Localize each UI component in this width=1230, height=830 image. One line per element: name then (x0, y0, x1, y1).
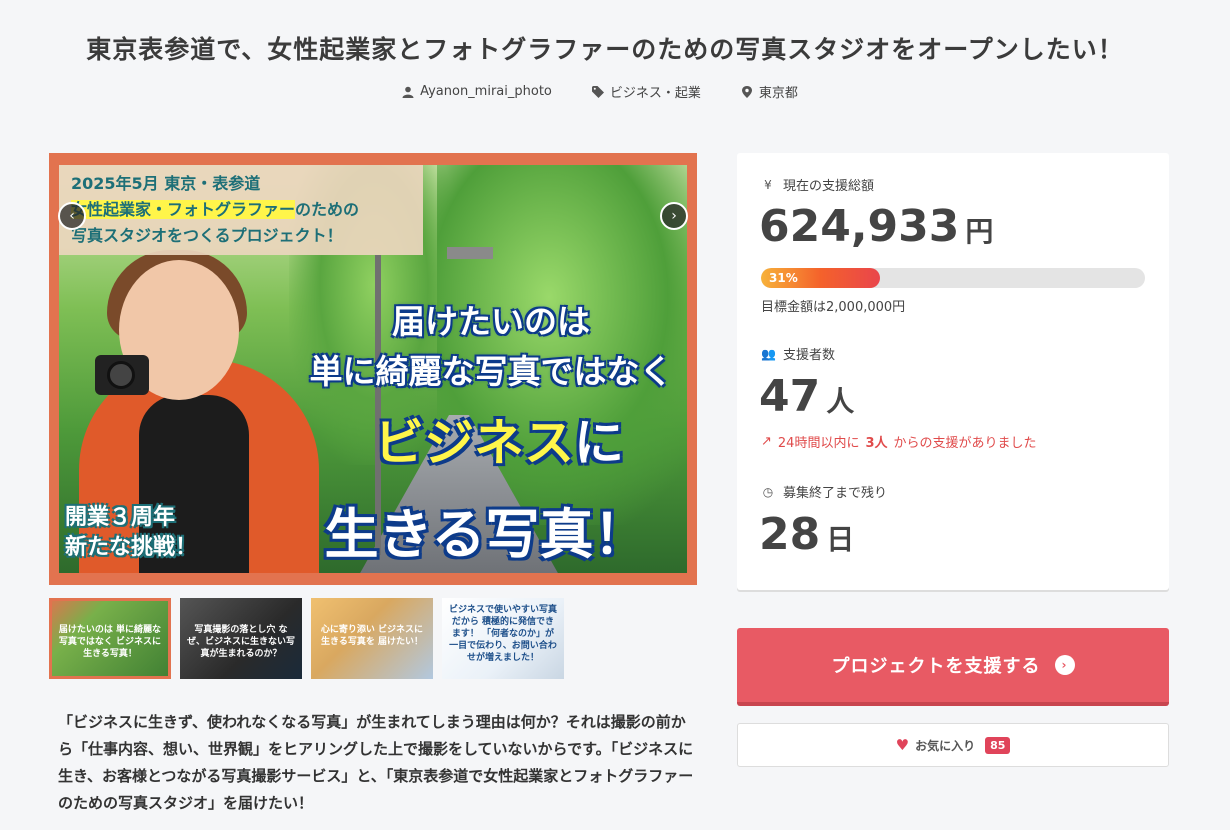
tag-icon (591, 85, 604, 98)
target-amount: 目標金額は2,000,000円 (761, 300, 906, 315)
favorite-button[interactable]: ♥ お気に入り 85 (737, 723, 1169, 767)
category-name: ビジネス・起業 (609, 86, 701, 101)
supporters-value: 47 人 (759, 371, 855, 422)
thumbnail-3[interactable]: 心に寄り添い ビジネスに生きる写真を 届けたい！ (311, 598, 433, 679)
thumbnail-strip: 届けたいのは 単に綺麗な写真ではなく ビジネスに生きる写真！ 写真撮影の落とし穴… (49, 598, 564, 679)
users-icon: 👥 (761, 346, 776, 361)
project-title: 東京表参道で、女性起業家とフォトグラファーのための写真スタジオをオープンしたい！ (86, 35, 1124, 64)
remaining-value: 28 日 (759, 509, 855, 560)
thumbnail-1[interactable]: 届けたいのは 単に綺麗な写真ではなく ビジネスに生きる写真！ (49, 598, 171, 679)
stats-panel: ¥ 現在の支援総額 624,933 円 31% 目標金額は2,000,000円 … (737, 153, 1169, 590)
hero-photo: 2025年5月 東京・表参道 女性起業家・フォトグラファーのための 写真スタジオ… (59, 165, 687, 573)
yen-icon: ¥ (764, 177, 772, 192)
chevron-right-icon: › (671, 208, 677, 224)
carousel-prev-button[interactable]: ‹ (58, 202, 86, 230)
chevron-left-icon: ‹ (69, 208, 75, 224)
thumbnail-2[interactable]: 写真撮影の落とし穴 なぜ、ビジネスに生きない写真が生まれるのか？ (180, 598, 302, 679)
location-name: 東京都 (758, 86, 798, 101)
carousel-next-button[interactable]: › (660, 202, 688, 230)
category-link[interactable]: ビジネス・起業 (591, 82, 701, 101)
supporters-label: 👥 支援者数 (761, 346, 836, 364)
funding-progress-bar: 31% (761, 268, 1145, 288)
hero-tag-line: 女性起業家・フォトグラファーのための (71, 200, 360, 219)
thumbnail-4[interactable]: ビジネスで使いやすい写真だから 積極的に発信できます！ 「何者なのか」が一目で伝… (442, 598, 564, 679)
project-meta: Ayanon_mirai_photo ビジネス・起業 東京都 (0, 82, 1200, 101)
hero-headline: 届けたいのは (392, 302, 590, 341)
trending-up-icon: ↗ (761, 434, 772, 449)
location-pin-icon (741, 85, 752, 98)
hero-tag-line: 写真スタジオをつくるプロジェクト！ (71, 226, 343, 245)
hero-image[interactable]: 2025年5月 東京・表参道 女性起業家・フォトグラファーのための 写真スタジオ… (49, 153, 697, 585)
progress-fill: 31% (761, 268, 881, 288)
camera-graphic (95, 355, 149, 395)
owner-name: Ayanon_mirai_photo (420, 84, 552, 99)
location-link[interactable]: 東京都 (741, 82, 798, 101)
recent-support-notice: ↗ 24時間以内に 3人 からの支援がありました (761, 434, 1037, 451)
hero-headline: 単に綺麗な写真ではなく (309, 352, 673, 391)
owner-link[interactable]: Ayanon_mirai_photo (402, 82, 552, 101)
amount-label: ¥ 現在の支援総額 (761, 175, 874, 195)
support-project-button[interactable]: プロジェクトを支援する › (737, 628, 1169, 706)
anniversary-text: 開業３周年 新たな挑戦！ (65, 505, 198, 560)
hero-headline: ビジネスに (374, 414, 624, 472)
clock-icon: ◷ (762, 484, 774, 499)
hero-tag-line: 2025年5月 東京・表参道 (71, 174, 261, 193)
user-icon (402, 86, 414, 98)
amount-value: 624,933 円 (759, 201, 994, 252)
hero-tag-box: 2025年5月 東京・表参道 女性起業家・フォトグラファーのための 写真スタジオ… (59, 165, 423, 255)
remaining-label: ◷ 募集終了まで残り (762, 484, 888, 502)
project-description: 「ビジネスに生きず、使われなくなる写真」が生まれてしまう理由は何か？それは撮影の… (58, 713, 694, 812)
arrow-right-circle-icon: › (1054, 655, 1075, 675)
heart-icon: ♥ (895, 736, 910, 754)
hero-headline: 生きる写真！ (324, 503, 648, 566)
favorite-count-badge: 85 (985, 736, 1011, 754)
